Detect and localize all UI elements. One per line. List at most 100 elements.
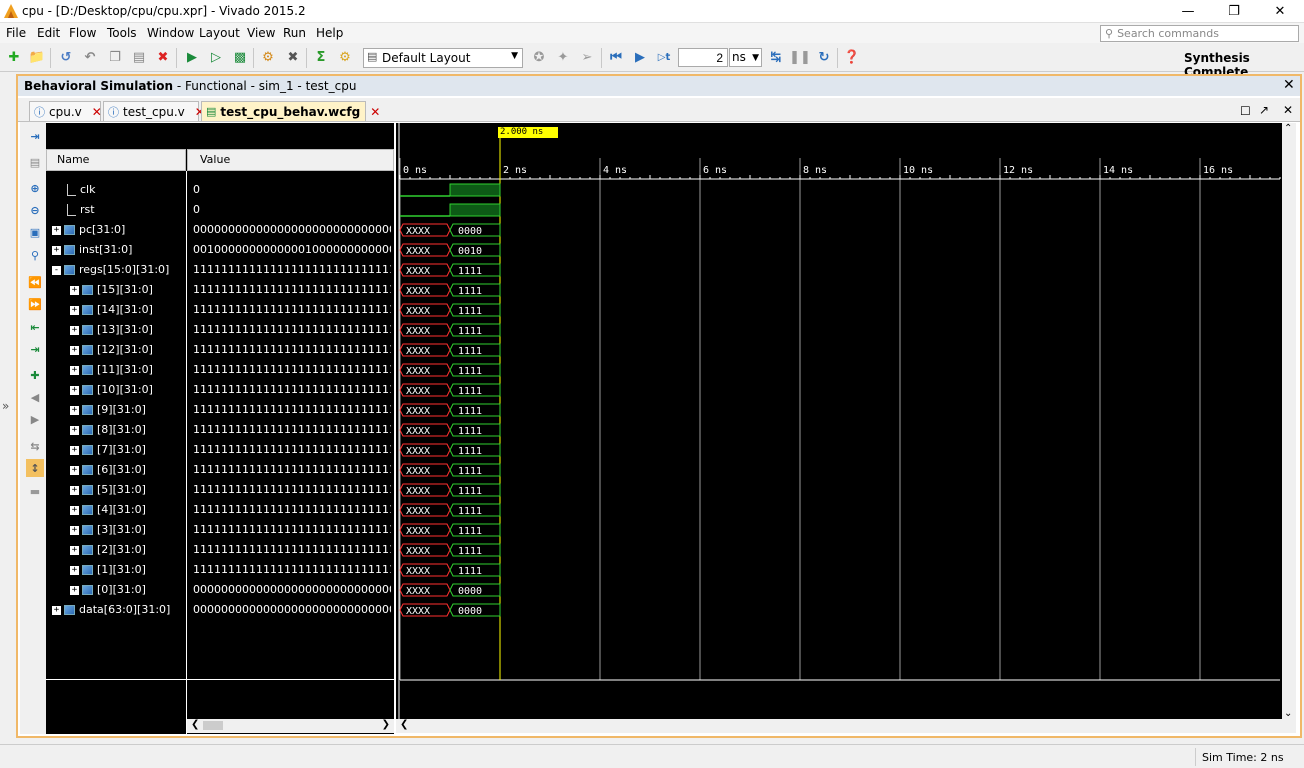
zoom-in-icon[interactable]: ⊕ (26, 179, 44, 197)
expand-toggle-icon[interactable]: + (70, 466, 79, 475)
close-tab-icon[interactable]: ✕ (370, 105, 380, 119)
help-icon[interactable]: ❓ (843, 48, 861, 66)
run-simulation-icon[interactable]: ▶ (183, 48, 201, 66)
expand-toggle-icon[interactable]: + (70, 306, 79, 315)
menu-window[interactable]: Window (147, 26, 194, 40)
expand-toggle-icon[interactable]: + (70, 426, 79, 435)
next-transition-icon[interactable]: ⇥ (26, 340, 44, 358)
save-wave-icon[interactable]: ▤ (26, 153, 44, 171)
menu-file[interactable]: File (6, 26, 26, 40)
signal-name[interactable]: [12][31:0] (97, 343, 153, 357)
name-column-header[interactable]: Name (46, 149, 186, 171)
paste-icon[interactable]: ▤ (130, 48, 148, 66)
pause-icon[interactable]: ❚❚ (789, 48, 811, 66)
new-project-icon[interactable]: ✚ (5, 48, 23, 66)
tools-icon[interactable]: ✖ (284, 48, 302, 66)
menu-run[interactable]: Run (283, 26, 306, 40)
close-view-icon[interactable]: ✕ (1283, 103, 1293, 117)
expand-toggle-icon[interactable]: + (70, 506, 79, 515)
tab-cpu-v[interactable]: ⓘ cpu.v ✕ (29, 101, 102, 121)
delete-icon[interactable]: ✖ (154, 48, 172, 66)
expand-toggle-icon[interactable]: + (70, 486, 79, 495)
save-icon[interactable]: ↺ (57, 48, 75, 66)
undo-icon[interactable]: ↶ (81, 48, 99, 66)
zoom-cursor-icon[interactable]: ⚲ (26, 246, 44, 264)
signal-name[interactable]: [10][31:0] (97, 383, 153, 397)
value-horizontal-scrollbar[interactable]: ❮ ❯ (187, 719, 394, 733)
menu-layout[interactable]: Layout (199, 26, 240, 40)
time-unit-select[interactable]: ns ▼ (729, 48, 762, 67)
go-to-cursor-icon[interactable]: ⇥ (26, 127, 44, 145)
generate-bitstream-icon[interactable]: ▩ (231, 48, 249, 66)
column-divider[interactable] (186, 171, 187, 734)
signal-name[interactable]: [14][31:0] (97, 303, 153, 317)
pin-icon[interactable]: ✪ (530, 48, 548, 66)
signal-name[interactable]: [8][31:0] (97, 423, 146, 437)
go-to-end-icon[interactable]: ⏩ (26, 295, 44, 313)
signal-name[interactable]: [5][31:0] (97, 483, 146, 497)
signal-name[interactable]: [6][31:0] (97, 463, 146, 477)
expand-toggle-icon[interactable]: + (70, 446, 79, 455)
signal-name[interactable]: regs[15:0][31:0] (79, 263, 169, 277)
signal-name[interactable]: [15][31:0] (97, 283, 153, 297)
previous-marker-icon[interactable]: ◀ (26, 388, 44, 406)
float-view-icon[interactable]: ↗ (1259, 103, 1269, 117)
maximize-button[interactable]: ❐ (1211, 0, 1257, 23)
signal-name[interactable]: [13][31:0] (97, 323, 153, 337)
expand-toggle-icon[interactable]: + (70, 286, 79, 295)
waveform-pane[interactable]: 0 ns 2 ns 4 ns 6 ns 8 ns 10 ns 12 ns 14 ns 16 ns… (396, 123, 1282, 719)
waveform-vertical-scrollbar[interactable]: ⌃ ⌄ (1282, 123, 1296, 719)
sigma-icon[interactable]: Σ (312, 48, 330, 66)
tab-test-cpu-v[interactable]: ⓘ test_cpu.v ✕ (103, 101, 205, 121)
tab-test-cpu-behav-wcfg[interactable]: ▤ test_cpu_behav.wcfg ✕ (201, 101, 380, 121)
menu-flow[interactable]: Flow (69, 26, 96, 40)
run-all-icon[interactable]: ▶ (631, 48, 649, 66)
pointer-icon[interactable]: ➢ (578, 48, 596, 66)
search-commands-input[interactable]: ⚲ Search commands (1100, 25, 1299, 42)
expand-toggle-icon[interactable]: + (70, 526, 79, 535)
zoom-fit-icon[interactable]: ▣ (26, 223, 44, 241)
waveform-horizontal-scrollbar[interactable]: ❮ (396, 719, 1296, 733)
menu-edit[interactable]: Edit (37, 26, 60, 40)
signal-name[interactable]: data[63:0][31:0] (79, 603, 170, 617)
expand-toggle-icon[interactable]: + (70, 406, 79, 415)
signal-name[interactable]: [4][31:0] (97, 503, 146, 517)
next-marker-icon[interactable]: ▶ (26, 410, 44, 428)
expand-toggle-icon[interactable]: + (70, 586, 79, 595)
snap-to-transition-icon[interactable]: ↕ (26, 459, 44, 477)
expand-toggle-icon[interactable]: + (70, 346, 79, 355)
expand-toggle-icon[interactable]: - (52, 266, 61, 275)
restart-icon[interactable]: ⏮ (607, 48, 625, 66)
previous-transition-icon[interactable]: ⇤ (26, 318, 44, 336)
menu-view[interactable]: View (247, 26, 275, 40)
expand-toggle-icon[interactable]: + (52, 226, 61, 235)
expand-toggle-icon[interactable]: + (70, 366, 79, 375)
signal-name[interactable]: [9][31:0] (97, 403, 146, 417)
signal-name[interactable]: [7][31:0] (97, 443, 146, 457)
signal-name[interactable]: inst[31:0] (79, 243, 132, 257)
signal-name[interactable]: [1][31:0] (97, 563, 146, 577)
floating-ruler-icon[interactable]: ▬ (26, 482, 44, 500)
close-panel-button[interactable]: ✕ (1283, 77, 1295, 93)
expand-toggle-icon[interactable]: + (52, 246, 61, 255)
settings-icon[interactable]: ⚙ (259, 48, 277, 66)
close-window-button[interactable]: ✕ (1257, 0, 1303, 23)
close-tab-icon[interactable]: ✕ (92, 105, 102, 119)
maximize-view-icon[interactable]: ☐ (1240, 104, 1251, 118)
expand-toggle-icon[interactable]: + (70, 546, 79, 555)
expand-toggle-icon[interactable]: + (70, 566, 79, 575)
menu-tools[interactable]: Tools (107, 26, 137, 40)
signal-name[interactable]: [0][31:0] (97, 583, 146, 597)
relaunch-icon[interactable]: ↻ (815, 48, 833, 66)
signal-name[interactable]: [3][31:0] (97, 523, 146, 537)
gear-report-icon[interactable]: ⚙ (336, 48, 354, 66)
run-time-input[interactable] (678, 48, 728, 67)
signal-name[interactable]: clk (80, 183, 95, 197)
menu-help[interactable]: Help (316, 26, 343, 40)
expand-toggle-icon[interactable]: + (70, 386, 79, 395)
scroll-thumb[interactable] (203, 721, 223, 730)
signal-name[interactable]: [2][31:0] (97, 543, 146, 557)
add-marker-icon[interactable]: ✚ (26, 366, 44, 384)
swap-cursors-icon[interactable]: ⇆ (26, 437, 44, 455)
open-project-icon[interactable]: 📁 (28, 48, 46, 66)
